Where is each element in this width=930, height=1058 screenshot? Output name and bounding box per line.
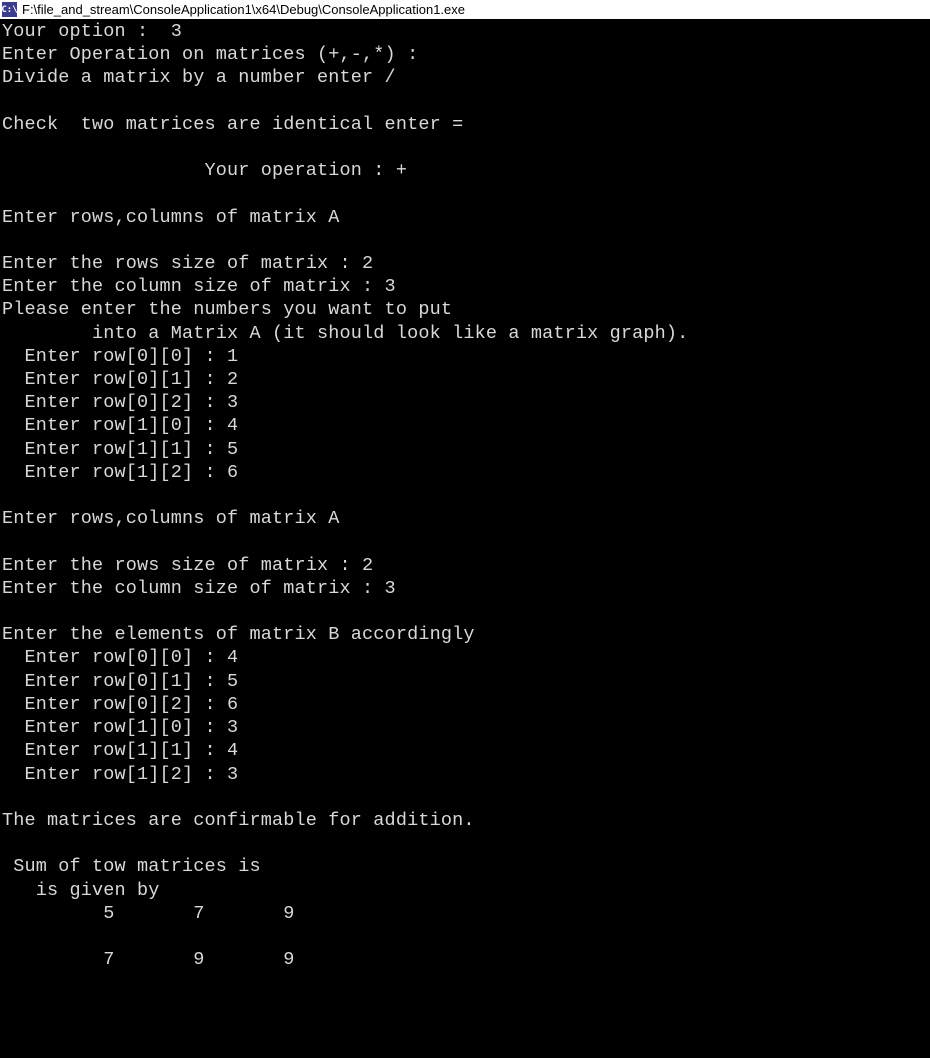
console-line: Enter row[1][2] : 3 (2, 763, 930, 786)
console-line: 7 9 9 (2, 948, 930, 971)
console-line: Enter rows,columns of matrix A (2, 206, 930, 229)
console-line (2, 530, 930, 553)
console-line: Enter row[1][0] : 3 (2, 716, 930, 739)
console-line: Enter the elements of matrix B according… (2, 623, 930, 646)
console-line (2, 136, 930, 159)
console-line (2, 786, 930, 809)
console-line (2, 925, 930, 948)
console-app-icon: C:\ (2, 2, 17, 17)
console-line (2, 484, 930, 507)
console-line: Please enter the numbers you want to put (2, 298, 930, 321)
console-line: Enter Operation on matrices (+,-,*) : (2, 43, 930, 66)
console-line: Enter the column size of matrix : 3 (2, 577, 930, 600)
console-line: Your option : 3 (2, 20, 930, 43)
console-line: Enter row[1][1] : 4 (2, 739, 930, 762)
console-line: Enter row[0][1] : 5 (2, 670, 930, 693)
console-line: Enter row[0][2] : 3 (2, 391, 930, 414)
console-line: Enter row[1][0] : 4 (2, 414, 930, 437)
console-line: Enter row[0][0] : 1 (2, 345, 930, 368)
window-titlebar[interactable]: C:\ F:\file_and_stream\ConsoleApplicatio… (0, 0, 930, 19)
console-line: Enter the rows size of matrix : 2 (2, 252, 930, 275)
console-line: Your operation : + (2, 159, 930, 182)
console-line: Enter row[1][1] : 5 (2, 438, 930, 461)
console-line: Enter the column size of matrix : 3 (2, 275, 930, 298)
console-line (2, 182, 930, 205)
console-output[interactable]: Your option : 3Enter Operation on matric… (0, 19, 930, 971)
console-line: Enter the rows size of matrix : 2 (2, 554, 930, 577)
console-line (2, 229, 930, 252)
console-line: Divide a matrix by a number enter / (2, 66, 930, 89)
console-line: The matrices are confirmable for additio… (2, 809, 930, 832)
console-line: Enter rows,columns of matrix A (2, 507, 930, 530)
console-line: Enter row[0][2] : 6 (2, 693, 930, 716)
console-line: Check two matrices are identical enter = (2, 113, 930, 136)
console-line: Enter row[0][0] : 4 (2, 646, 930, 669)
console-line: is given by (2, 879, 930, 902)
console-line (2, 600, 930, 623)
console-line: Enter row[0][1] : 2 (2, 368, 930, 391)
console-line: into a Matrix A (it should look like a m… (2, 322, 930, 345)
console-line (2, 90, 930, 113)
console-line: Enter row[1][2] : 6 (2, 461, 930, 484)
console-line: Sum of tow matrices is (2, 855, 930, 878)
console-line: 5 7 9 (2, 902, 930, 925)
console-line (2, 832, 930, 855)
window-title-text: F:\file_and_stream\ConsoleApplication1\x… (22, 2, 465, 17)
